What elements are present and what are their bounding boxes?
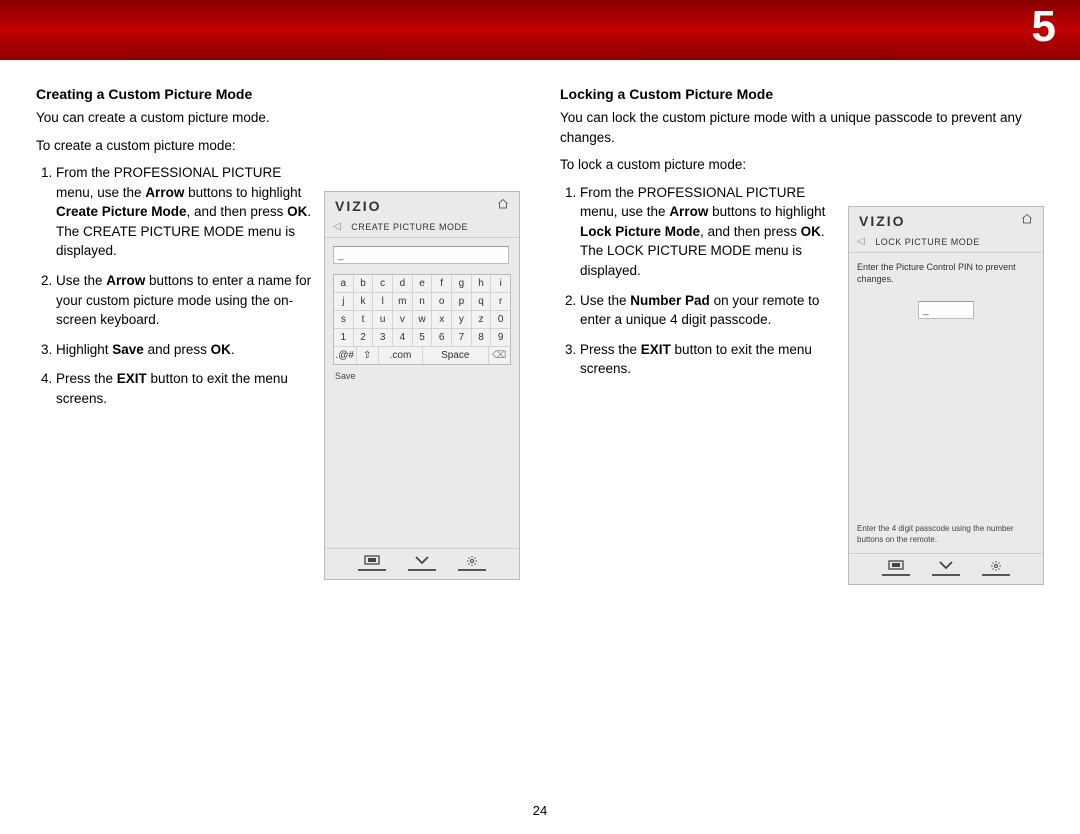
key-h[interactable]: h <box>472 275 492 293</box>
key-9[interactable]: 9 <box>491 329 510 347</box>
key-y[interactable]: y <box>452 311 472 329</box>
key-6[interactable]: 6 <box>432 329 452 347</box>
device-create-picture-mode: VIZIO ◁ CREATE PICTURE MODE _ abcdefghi … <box>324 191 520 580</box>
chapter-number: 5 <box>1032 2 1056 52</box>
cc-chevron-icon[interactable] <box>932 560 960 576</box>
key-backspace[interactable]: ⌫ <box>489 347 511 364</box>
key-q[interactable]: q <box>472 293 492 311</box>
onscreen-keyboard[interactable]: abcdefghi jklmnopqr stuvwxyz0 123456789 … <box>333 274 511 365</box>
key-d[interactable]: d <box>393 275 413 293</box>
key-t[interactable]: t <box>354 311 374 329</box>
key-k[interactable]: k <box>354 293 374 311</box>
key-7[interactable]: 7 <box>452 329 472 347</box>
key-5[interactable]: 5 <box>413 329 433 347</box>
key-p[interactable]: p <box>452 293 472 311</box>
device-lock-picture-mode: VIZIO ◁ LOCK PICTURE MODE Enter the Pict… <box>848 206 1044 585</box>
key-1[interactable]: 1 <box>334 329 354 347</box>
left-step-1: From the PROFESSIONAL PICTURE menu, use … <box>56 163 320 261</box>
key-i[interactable]: i <box>491 275 510 293</box>
gear-icon[interactable] <box>458 555 486 571</box>
left-heading: Creating a Custom Picture Mode <box>36 86 520 102</box>
key-m[interactable]: m <box>393 293 413 311</box>
device-hint: Enter the 4 digit passcode using the num… <box>857 524 1035 545</box>
device-logo: VIZIO <box>849 207 1043 233</box>
device-subtitle-bar: ◁ LOCK PICTURE MODE <box>849 233 1043 253</box>
key-v[interactable]: v <box>393 311 413 329</box>
passcode-input[interactable]: _ <box>918 301 974 319</box>
chapter-banner: 5 <box>0 0 1080 60</box>
right-step-3: Press the EXIT button to exit the menu s… <box>580 340 844 379</box>
key-u[interactable]: u <box>373 311 393 329</box>
wide-icon[interactable] <box>882 560 910 576</box>
column-left: Creating a Custom Picture Mode You can c… <box>36 86 520 418</box>
right-step-2: Use the Number Pad on your remote to ent… <box>580 291 844 330</box>
key-n[interactable]: n <box>413 293 433 311</box>
key-3[interactable]: 3 <box>373 329 393 347</box>
right-intro-1: You can lock the custom picture mode wit… <box>560 108 1044 147</box>
device-subtitle: LOCK PICTURE MODE <box>875 237 980 247</box>
home-icon[interactable] <box>497 198 511 212</box>
key-c[interactable]: c <box>373 275 393 293</box>
key-0[interactable]: 0 <box>491 311 510 329</box>
key-2[interactable]: 2 <box>354 329 374 347</box>
key-g[interactable]: g <box>452 275 472 293</box>
name-input[interactable]: _ <box>333 246 509 264</box>
key-symbols[interactable]: .@# <box>334 347 357 364</box>
device-footer <box>849 553 1043 584</box>
key-j[interactable]: j <box>334 293 354 311</box>
device-subtitle: CREATE PICTURE MODE <box>351 222 468 232</box>
key-dotcom[interactable]: .com <box>379 347 423 364</box>
key-a[interactable]: a <box>334 275 354 293</box>
back-chevron-icon[interactable]: ◁ <box>333 221 341 232</box>
device-logo: VIZIO <box>325 192 519 218</box>
key-e[interactable]: e <box>413 275 433 293</box>
key-z[interactable]: z <box>472 311 492 329</box>
key-4[interactable]: 4 <box>393 329 413 347</box>
home-icon[interactable] <box>1021 213 1035 227</box>
device-footer <box>325 548 519 579</box>
left-step-4: Press the EXIT button to exit the menu s… <box>56 369 320 408</box>
device-instruction: Enter the Picture Control PIN to prevent… <box>857 261 1035 285</box>
key-b[interactable]: b <box>354 275 374 293</box>
back-chevron-icon[interactable]: ◁ <box>857 236 865 247</box>
save-button[interactable]: Save <box>333 365 511 381</box>
key-s[interactable]: s <box>334 311 354 329</box>
key-space[interactable]: Space <box>423 347 489 364</box>
key-f[interactable]: f <box>432 275 452 293</box>
left-step-2: Use the Arrow buttons to enter a name fo… <box>56 271 320 330</box>
wide-icon[interactable] <box>358 555 386 571</box>
key-shift[interactable]: ⇧ <box>357 347 380 364</box>
right-intro-2: To lock a custom picture mode: <box>560 155 1044 175</box>
gear-icon[interactable] <box>982 560 1010 576</box>
cc-chevron-icon[interactable] <box>408 555 436 571</box>
key-l[interactable]: l <box>373 293 393 311</box>
device-subtitle-bar: ◁ CREATE PICTURE MODE <box>325 218 519 238</box>
right-heading: Locking a Custom Picture Mode <box>560 86 1044 102</box>
column-right: Locking a Custom Picture Mode You can lo… <box>560 86 1044 418</box>
key-w[interactable]: w <box>413 311 433 329</box>
key-o[interactable]: o <box>432 293 452 311</box>
left-step-3: Highlight Save and press OK. <box>56 340 320 360</box>
left-intro-1: You can create a custom picture mode. <box>36 108 520 128</box>
page-number: 24 <box>0 803 1080 818</box>
key-r[interactable]: r <box>491 293 510 311</box>
key-x[interactable]: x <box>432 311 452 329</box>
left-intro-2: To create a custom picture mode: <box>36 136 520 156</box>
key-8[interactable]: 8 <box>472 329 492 347</box>
right-step-1: From the PROFESSIONAL PICTURE menu, use … <box>580 183 844 281</box>
